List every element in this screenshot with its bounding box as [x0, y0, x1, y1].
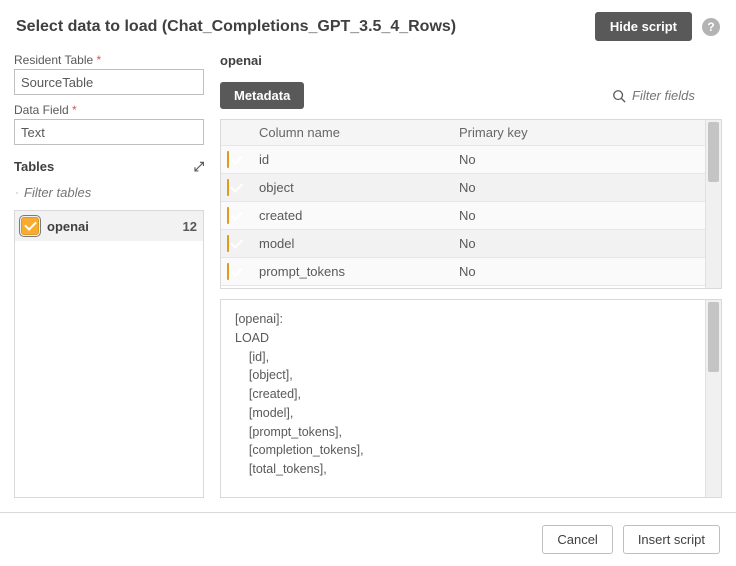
field-name: created — [255, 208, 455, 223]
tables-section-label: Tables — [14, 159, 54, 174]
selected-table-title: openai — [220, 53, 722, 68]
dialog-title: Select data to load (Chat_Completions_GP… — [16, 18, 585, 36]
left-panel: Resident Table * Data Field * Tables ⤢ o… — [14, 53, 204, 498]
hide-script-button[interactable]: Hide script — [595, 12, 692, 41]
field-row[interactable]: model No — [221, 230, 705, 258]
field-name: object — [255, 180, 455, 195]
script-preview-wrap: [openai]: LOAD [id], [object], [created]… — [220, 299, 722, 498]
column-header-name: Column name — [255, 125, 455, 140]
field-checkbox-icon[interactable] — [227, 263, 229, 280]
field-name: prompt_tokens — [255, 264, 455, 279]
script-preview: [openai]: LOAD [id], [object], [created]… — [221, 300, 705, 497]
dialog-body: Resident Table * Data Field * Tables ⤢ o… — [0, 53, 736, 506]
field-checkbox-icon[interactable] — [227, 151, 229, 168]
tables-filter-input[interactable] — [24, 185, 202, 200]
required-marker-icon: * — [97, 53, 102, 67]
data-field-label-text: Data Field — [14, 103, 69, 117]
field-pk: No — [455, 208, 705, 223]
tables-list: openai 12 — [14, 210, 204, 498]
fields-filter-row — [612, 88, 722, 103]
right-toolbar: Metadata — [220, 82, 722, 109]
table-checkbox-icon[interactable] — [21, 217, 39, 235]
script-scrollbar[interactable] — [705, 300, 721, 497]
table-item-count: 12 — [183, 219, 197, 234]
tables-filter-row — [14, 179, 204, 206]
help-icon[interactable]: ? — [702, 18, 720, 36]
fields-table: Column name Primary key id No object No … — [220, 119, 722, 289]
field-row[interactable]: object No — [221, 174, 705, 202]
right-panel: openai Metadata Column name Primary key … — [220, 53, 722, 498]
field-pk: No — [455, 152, 705, 167]
dialog-header: Select data to load (Chat_Completions_GP… — [0, 0, 736, 53]
field-row[interactable]: created No — [221, 202, 705, 230]
fields-table-header: Column name Primary key — [221, 120, 705, 146]
field-row[interactable]: prompt_tokens No — [221, 258, 705, 286]
dialog-footer: Cancel Insert script — [0, 512, 736, 566]
field-pk: No — [455, 264, 705, 279]
tables-section-header: Tables ⤢ — [14, 153, 204, 179]
scrollbar-thumb[interactable] — [708, 302, 719, 372]
field-name: id — [255, 152, 455, 167]
field-pk: No — [455, 236, 705, 251]
data-field-label: Data Field * — [14, 103, 204, 117]
table-item-name: openai — [47, 219, 175, 234]
fields-scrollbar[interactable] — [705, 120, 721, 288]
scrollbar-thumb[interactable] — [708, 122, 719, 182]
resident-table-label: Resident Table * — [14, 53, 204, 67]
search-icon — [612, 89, 626, 103]
field-pk: No — [455, 180, 705, 195]
fields-filter-input[interactable] — [632, 88, 722, 103]
column-header-primary-key: Primary key — [455, 125, 705, 140]
collapse-icon[interactable]: ⤢ — [194, 160, 204, 173]
insert-script-button[interactable]: Insert script — [623, 525, 720, 554]
table-item-openai[interactable]: openai 12 — [15, 211, 203, 241]
resident-table-label-text: Resident Table — [14, 53, 93, 67]
required-marker-icon: * — [72, 103, 77, 117]
cancel-button[interactable]: Cancel — [542, 525, 612, 554]
field-name: model — [255, 236, 455, 251]
resident-table-input[interactable] — [14, 69, 204, 95]
metadata-tab-button[interactable]: Metadata — [220, 82, 304, 109]
field-checkbox-icon[interactable] — [227, 207, 229, 224]
field-checkbox-icon[interactable] — [227, 235, 229, 252]
field-row[interactable]: id No — [221, 146, 705, 174]
search-icon — [16, 186, 18, 200]
field-checkbox-icon[interactable] — [227, 179, 229, 196]
data-field-input[interactable] — [14, 119, 204, 145]
